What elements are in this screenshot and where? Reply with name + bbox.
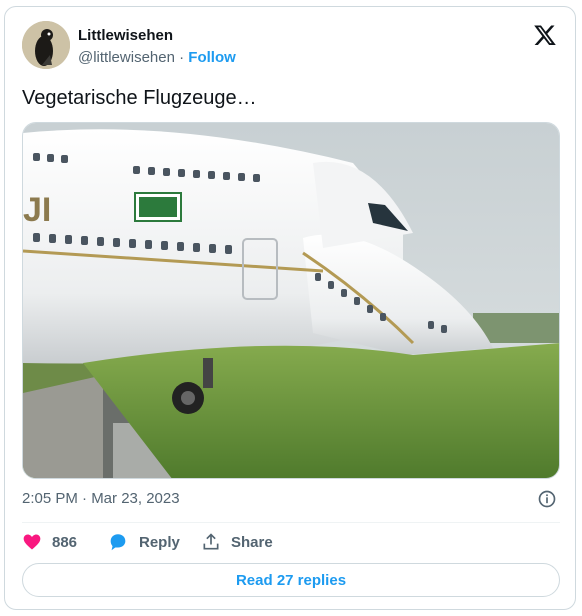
aircraft-lettering: JI [23, 191, 51, 229]
follow-button[interactable]: Follow [188, 49, 236, 66]
author-handle-row: @littlewisehen · Follow [78, 49, 236, 66]
tweet-text: Vegetarische Flugzeuge… [22, 87, 257, 109]
author-name[interactable]: Littlewisehen [78, 27, 173, 44]
separator: · [179, 49, 185, 66]
share-label: Share [231, 533, 273, 551]
reply-bubble-icon [110, 534, 126, 551]
read-replies-button[interactable]: Read 27 replies [22, 563, 560, 597]
tweet-timestamp[interactable]: 2:05 PM · Mar 23, 2023 [22, 490, 180, 507]
avatar[interactable] [22, 21, 70, 69]
info-icon[interactable] [537, 489, 557, 509]
heart-icon [23, 534, 41, 550]
tweet-photo[interactable]: JI [22, 122, 560, 479]
reply-button[interactable]: Reply [107, 531, 180, 553]
tweet-card: Littlewisehen @littlewisehen · Follow Ve… [4, 6, 576, 610]
author-handle[interactable]: @littlewisehen [78, 49, 175, 66]
divider [22, 522, 560, 523]
crashed-airplane-image: JI [23, 123, 559, 478]
share-icon [203, 533, 219, 550]
like-count: 886 [52, 533, 78, 551]
like-button[interactable]: 886 [22, 531, 77, 553]
share-button[interactable]: Share [201, 531, 273, 553]
reply-label: Reply [139, 533, 180, 551]
x-logo-icon[interactable] [533, 23, 557, 47]
